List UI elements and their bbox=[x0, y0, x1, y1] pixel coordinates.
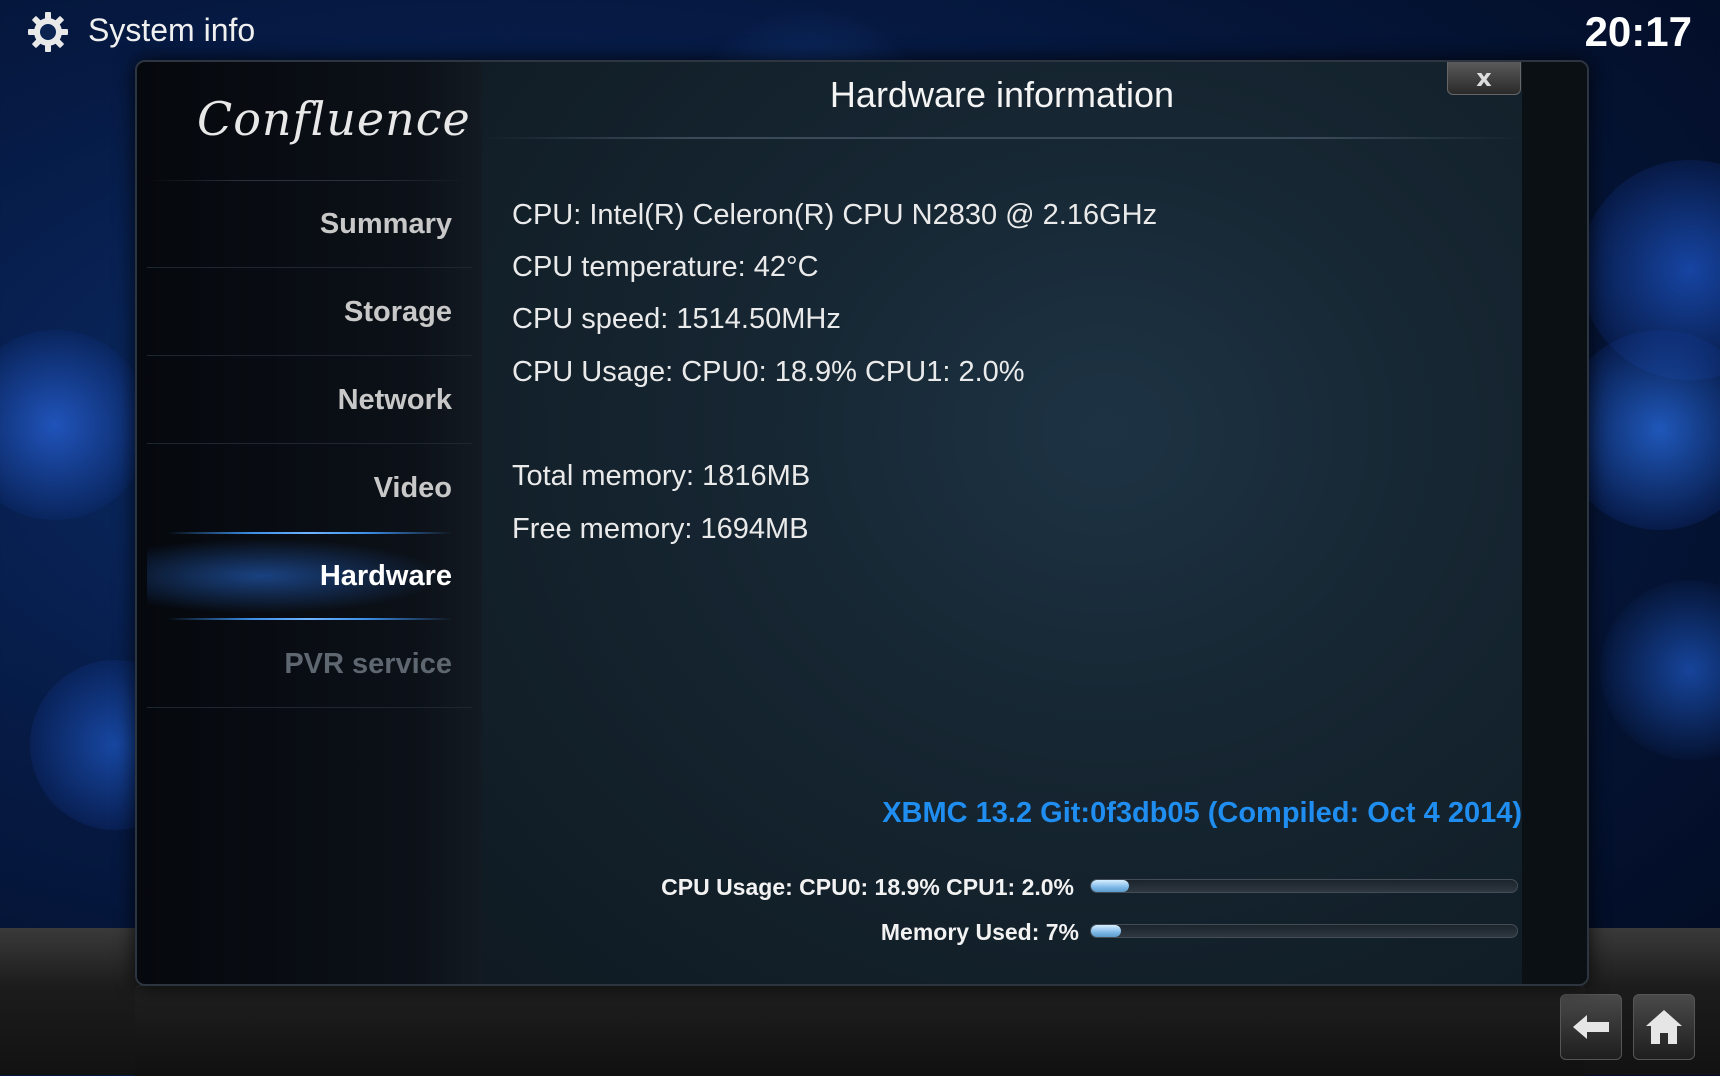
sidebar-item-network[interactable]: Network bbox=[147, 356, 472, 444]
sidebar-item-summary[interactable]: Summary bbox=[147, 180, 472, 268]
title-divider bbox=[482, 137, 1522, 139]
dialog-edge bbox=[1522, 62, 1587, 984]
sidebar-item-pvr-service[interactable]: PVR service bbox=[147, 620, 472, 708]
dialog-title: Hardware information bbox=[829, 74, 1175, 115]
cpu-usage-label: CPU Usage: CPU0: 18.9% CPU1: 2.0% bbox=[661, 874, 1074, 900]
close-button[interactable]: x bbox=[1447, 62, 1521, 95]
cpu-usage-bar bbox=[1090, 879, 1518, 893]
home-icon bbox=[1646, 1010, 1682, 1044]
page-title: System info bbox=[88, 12, 256, 48]
memory-used-bar bbox=[1090, 924, 1518, 938]
sidebar-item-label: Network bbox=[337, 384, 452, 416]
info-cpu-speed: CPU speed: 1514.50MHz bbox=[512, 303, 841, 335]
top-bar: System info 20:17 bbox=[0, 0, 1720, 62]
back-button[interactable] bbox=[1560, 994, 1622, 1060]
sidebar-item-label: Summary bbox=[319, 208, 452, 240]
hardware-dialog: Confluence Summary Storage Network Video… bbox=[135, 60, 1589, 986]
info-cpu-temperature: CPU temperature: 42°C bbox=[512, 251, 819, 283]
info-total-memory: Total memory: 1816MB bbox=[512, 460, 811, 492]
sidebar-item-label: PVR service bbox=[284, 648, 452, 680]
back-arrow-icon bbox=[1573, 1015, 1609, 1039]
cpu-usage-bar-fill bbox=[1091, 880, 1130, 892]
sidebar-item-label: Hardware bbox=[319, 560, 452, 592]
confluence-logo: Confluence bbox=[197, 92, 470, 162]
sidebar-item-label: Video bbox=[373, 472, 452, 504]
home-button[interactable] bbox=[1633, 994, 1695, 1060]
close-icon: x bbox=[1476, 64, 1492, 92]
clock: 20:17 bbox=[1584, 8, 1692, 55]
sidebar-item-label: Storage bbox=[344, 296, 452, 328]
info-cpu-usage: CPU Usage: CPU0: 18.9% CPU1: 2.0% bbox=[512, 356, 1025, 388]
bokeh-circle bbox=[1580, 160, 1720, 380]
bokeh-circle bbox=[0, 330, 150, 520]
bottom-panel bbox=[135, 985, 1585, 1076]
bokeh-circle bbox=[1600, 580, 1720, 760]
info-cpu: CPU: Intel(R) Celeron(R) CPU N2830 @ 2.1… bbox=[512, 199, 1158, 231]
gear-icon bbox=[28, 12, 68, 52]
version-text: XBMC 13.2 Git:0f3db05 (Compiled: Oct 4 2… bbox=[882, 797, 1522, 829]
logo-text: Confluence bbox=[197, 92, 471, 146]
memory-used-label: Memory Used: 7% bbox=[880, 919, 1079, 945]
sidebar-item-video[interactable]: Video bbox=[147, 444, 472, 532]
sidebar-item-storage[interactable]: Storage bbox=[147, 268, 472, 356]
sidebar-item-hardware[interactable]: Hardware bbox=[147, 532, 472, 620]
info-free-memory: Free memory: 1694MB bbox=[512, 513, 809, 545]
memory-used-bar-fill bbox=[1091, 925, 1121, 937]
